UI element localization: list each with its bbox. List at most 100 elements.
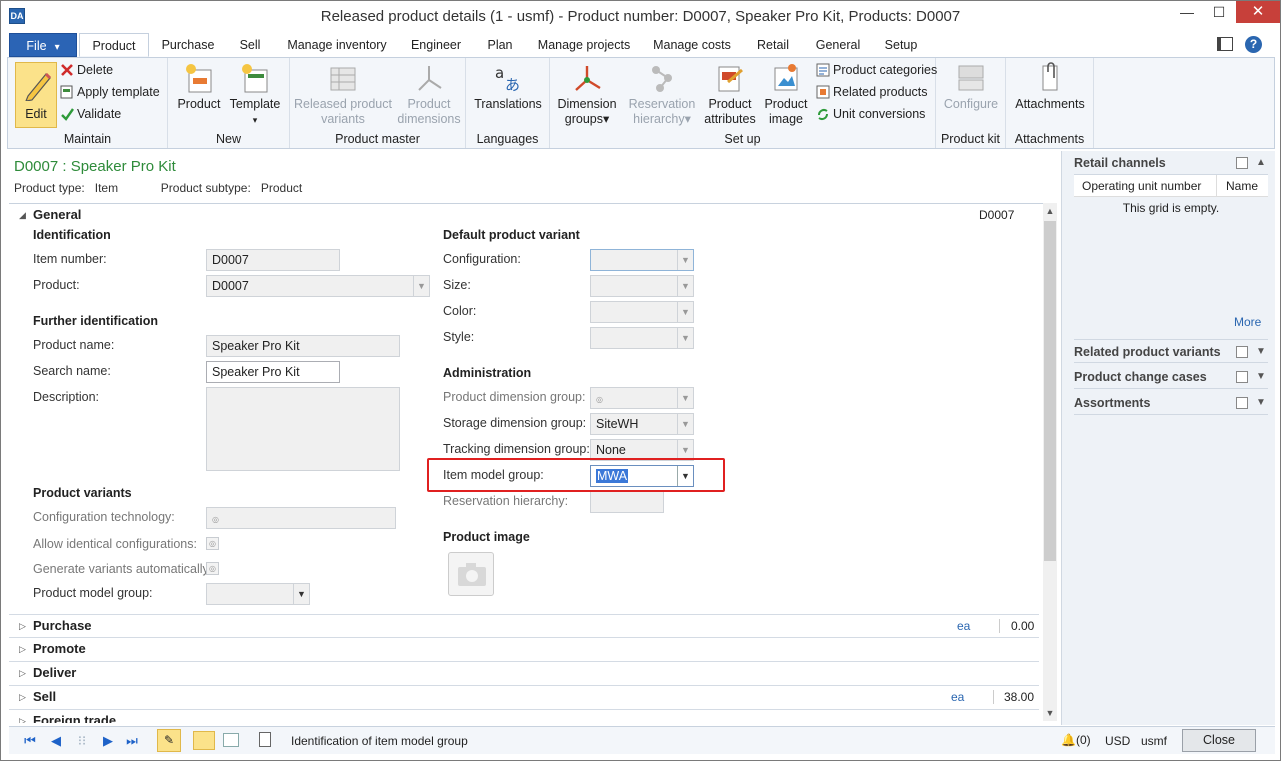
factbox-settings-icon[interactable] bbox=[1236, 157, 1248, 169]
translations-button[interactable]: aあ Translations bbox=[470, 62, 546, 112]
product-field[interactable]: D0007 ▼ bbox=[206, 275, 430, 297]
section-purchase-header[interactable]: ▷ Purchase ea 0.00 bbox=[9, 614, 1039, 638]
scroll-thumb[interactable] bbox=[1044, 221, 1056, 561]
product-dimensions-button[interactable]: Product dimensions bbox=[396, 62, 462, 127]
product-model-group-field[interactable]: ▼ bbox=[206, 583, 310, 605]
tab-product[interactable]: Product bbox=[79, 33, 149, 57]
notifications-count[interactable]: 🔔(0) bbox=[1061, 733, 1091, 747]
reservation-hierarchy-button[interactable]: Reservation hierarchy▾ bbox=[624, 62, 700, 127]
retail-channels-header[interactable]: Retail channels ▲ bbox=[1074, 151, 1268, 175]
color-field[interactable]: ▼ bbox=[590, 301, 694, 323]
edit-mode-pencil-icon[interactable]: ✎ bbox=[157, 729, 181, 752]
dimension-groups-button[interactable]: Dimension groups▾ bbox=[552, 62, 622, 127]
grid-view-icon[interactable]: ⁝⁝ bbox=[73, 732, 91, 750]
company-indicator[interactable]: usmf bbox=[1141, 734, 1167, 748]
section-general-header[interactable]: ◢ General D0007 bbox=[9, 204, 1039, 228]
validate-button[interactable]: Validate bbox=[60, 104, 121, 124]
product-attributes-button[interactable]: Product attributes bbox=[698, 62, 762, 127]
layout-icon[interactable] bbox=[1217, 37, 1233, 51]
chevron-down-icon[interactable]: ▼ bbox=[677, 440, 693, 460]
chevron-down-icon[interactable]: ▼ bbox=[1256, 391, 1266, 415]
change-cases-header[interactable]: Product change cases ▼ bbox=[1074, 365, 1268, 389]
factbox-settings-icon[interactable] bbox=[1236, 397, 1248, 409]
delete-button[interactable]: Delete bbox=[60, 60, 113, 80]
assortments-header[interactable]: Assortments ▼ bbox=[1074, 391, 1268, 415]
maximize-button[interactable]: ☐ bbox=[1203, 1, 1235, 23]
column-operating-unit[interactable]: Operating unit number bbox=[1082, 179, 1201, 193]
minimize-button[interactable]: — bbox=[1171, 1, 1203, 23]
more-link[interactable]: More bbox=[1234, 315, 1261, 329]
document-icon[interactable] bbox=[259, 732, 271, 747]
section-deliver-header[interactable]: ▷ Deliver bbox=[9, 662, 1039, 686]
configuration-field[interactable]: ▼ bbox=[590, 249, 694, 271]
related-products-button[interactable]: Related products bbox=[816, 82, 928, 102]
close-button[interactable]: Close bbox=[1182, 729, 1256, 752]
chevron-down-icon[interactable]: ▼ bbox=[677, 328, 693, 348]
related-variants-header[interactable]: Related product variants ▼ bbox=[1074, 339, 1268, 363]
reservation-hierarchy-field[interactable] bbox=[590, 491, 664, 513]
first-record-icon[interactable]: ⏮ bbox=[21, 732, 39, 750]
details-view-icon[interactable] bbox=[193, 731, 215, 750]
product-image-button[interactable]: Product image bbox=[758, 62, 814, 127]
last-record-icon[interactable]: ⏭ bbox=[123, 732, 141, 750]
tab-sell[interactable]: Sell bbox=[233, 33, 267, 57]
factbox-settings-icon[interactable] bbox=[1236, 371, 1248, 383]
list-view-icon[interactable] bbox=[223, 733, 239, 747]
tab-manage-projects[interactable]: Manage projects bbox=[533, 33, 635, 57]
section-promote-header[interactable]: ▷ Promote bbox=[9, 638, 1039, 662]
configure-button[interactable]: Configure bbox=[938, 62, 1004, 112]
chevron-down-icon[interactable]: ▼ bbox=[677, 302, 693, 322]
product-name-field[interactable]: Speaker Pro Kit bbox=[206, 335, 400, 357]
tab-manage-costs[interactable]: Manage costs bbox=[649, 33, 735, 57]
tab-plan[interactable]: Plan bbox=[481, 33, 519, 57]
purchase-unit: ea bbox=[957, 619, 971, 633]
help-icon[interactable]: ? bbox=[1245, 36, 1262, 53]
released-product-variants-button[interactable]: Released product variants bbox=[292, 62, 394, 127]
tab-manage-inventory[interactable]: Manage inventory bbox=[281, 33, 393, 57]
apply-template-button[interactable]: Apply template bbox=[60, 82, 160, 102]
column-name[interactable]: Name bbox=[1226, 179, 1258, 193]
tab-retail[interactable]: Retail bbox=[751, 33, 795, 57]
chevron-down-icon[interactable]: ▼ bbox=[677, 276, 693, 296]
generate-auto-checkbox[interactable]: ◎ bbox=[206, 562, 219, 575]
tab-general[interactable]: General bbox=[811, 33, 865, 57]
size-field[interactable]: ▼ bbox=[590, 275, 694, 297]
section-sell-header[interactable]: ▷ Sell ea 38.00 bbox=[9, 686, 1039, 710]
next-record-icon[interactable]: ▶ bbox=[99, 732, 117, 750]
storage-dimension-group-field[interactable]: SiteWH ▼ bbox=[590, 413, 694, 435]
tab-setup[interactable]: Setup bbox=[879, 33, 923, 57]
description-field[interactable] bbox=[206, 387, 400, 471]
close-window-button[interactable]: ✕ bbox=[1236, 1, 1280, 23]
currency-indicator[interactable]: USD bbox=[1105, 734, 1130, 748]
new-template-button[interactable]: Template ▾ bbox=[228, 62, 282, 128]
vertical-scrollbar[interactable]: ▲ ▼ bbox=[1043, 203, 1057, 721]
configuration-technology-field[interactable]: ◎ bbox=[206, 507, 396, 529]
unit-conversions-button[interactable]: Unit conversions bbox=[816, 104, 925, 124]
chevron-down-icon[interactable]: ▼ bbox=[677, 250, 693, 270]
item-number-field[interactable]: D0007 bbox=[206, 249, 340, 271]
tab-file[interactable]: File bbox=[9, 33, 77, 57]
factbox-settings-icon[interactable] bbox=[1236, 346, 1248, 358]
scroll-up-icon[interactable]: ▲ bbox=[1043, 203, 1057, 219]
scroll-down-icon[interactable]: ▼ bbox=[1043, 705, 1057, 721]
style-field[interactable]: ▼ bbox=[590, 327, 694, 349]
tab-purchase[interactable]: Purchase bbox=[155, 33, 221, 57]
chevron-down-icon[interactable]: ▼ bbox=[1256, 340, 1266, 364]
product-dimension-group-field[interactable]: ◎ ▼ bbox=[590, 387, 694, 409]
section-foreign-trade-header[interactable]: ▷ Foreign trade bbox=[9, 710, 1039, 723]
tab-engineer[interactable]: Engineer bbox=[405, 33, 467, 57]
new-product-button[interactable]: Product bbox=[174, 62, 224, 112]
chevron-down-icon[interactable]: ▼ bbox=[677, 414, 693, 434]
chevron-down-icon[interactable]: ▼ bbox=[1256, 365, 1266, 389]
product-categories-button[interactable]: Product categories bbox=[816, 60, 937, 80]
chevron-down-icon[interactable]: ▼ bbox=[293, 584, 309, 604]
edit-button[interactable]: Edit bbox=[15, 62, 57, 128]
chevron-down-icon[interactable]: ▼ bbox=[677, 388, 693, 408]
search-name-field[interactable]: Speaker Pro Kit bbox=[206, 361, 340, 383]
product-image-placeholder[interactable] bbox=[448, 552, 494, 596]
previous-record-icon[interactable]: ◀ bbox=[47, 732, 65, 750]
chevron-up-icon[interactable]: ▲ bbox=[1256, 151, 1266, 175]
chevron-down-icon[interactable]: ▼ bbox=[413, 276, 429, 296]
attachments-button[interactable]: Attachments bbox=[1010, 62, 1090, 112]
allow-identical-checkbox[interactable]: ◎ bbox=[206, 537, 219, 550]
